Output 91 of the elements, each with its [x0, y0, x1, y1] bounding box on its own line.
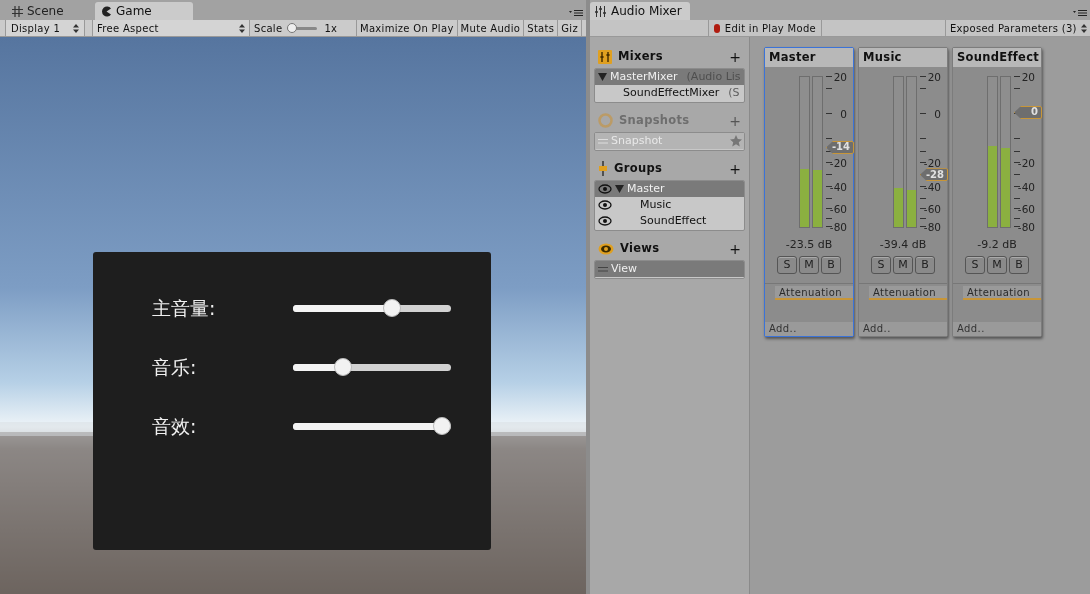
- eye-icon[interactable]: [598, 216, 612, 226]
- strip-toggle-button[interactable]: S: [777, 255, 797, 274]
- add-effect-button[interactable]: Add..: [765, 322, 853, 336]
- channel-strip[interactable]: Master 20 0 -20 -40 -60 -80 -14 -23.5 dB S M B Attenuation Add..: [764, 47, 854, 337]
- db-reading: -9.2 dB: [976, 237, 1018, 253]
- section-title: Mixers: [618, 47, 664, 65]
- list-item[interactable]: Music: [595, 197, 744, 213]
- effect-slot[interactable]: Attenuation: [775, 285, 853, 300]
- tab[interactable]: Audio Mixer: [590, 2, 690, 20]
- scale-label: -80: [1017, 222, 1035, 233]
- toggle-button[interactable]: Maximize On Play: [357, 20, 458, 36]
- slider-label: 音乐:: [152, 354, 198, 380]
- channel-strip[interactable]: SoundEffect 20 -20 -40 -60 -80 0 -9.2 dB S M B Attenuation Add..: [952, 47, 1042, 337]
- eye-icon[interactable]: [598, 200, 612, 210]
- scale-label: 20: [927, 72, 941, 83]
- strip-title: SoundEffect: [953, 48, 1041, 67]
- strip-toggle-button[interactable]: S: [965, 255, 985, 274]
- sliders-icon: [595, 5, 607, 17]
- section-title: Views: [620, 239, 661, 257]
- scale-label: 20: [833, 72, 847, 83]
- scale-label: -60: [829, 204, 847, 215]
- list-item[interactable]: SoundEffect: [595, 213, 744, 229]
- fader-handle[interactable]: 0: [1014, 106, 1042, 119]
- aspect-dropdown[interactable]: Free Aspect: [92, 20, 250, 36]
- channel-strip[interactable]: Music 20 0 -20 -40 -60 -80 -28 -39.4 dB S M B Attenuation Add..: [858, 47, 948, 337]
- strip-toggle-button[interactable]: B: [821, 255, 841, 274]
- fader-handle[interactable]: -28: [920, 168, 948, 182]
- section-title: Groups: [614, 159, 664, 177]
- volume-slider[interactable]: [293, 416, 451, 436]
- effect-slot[interactable]: Attenuation: [869, 285, 947, 300]
- list-item[interactable]: View: [595, 261, 744, 277]
- strip-toggle-button[interactable]: B: [1009, 255, 1029, 274]
- scale-label: -60: [923, 204, 941, 215]
- scale-label: -80: [829, 222, 847, 233]
- expand-triangle-icon[interactable]: [598, 73, 607, 81]
- scale-label: -80: [923, 222, 941, 233]
- scale-label: -20: [923, 158, 941, 169]
- scale-value: 1x: [324, 21, 338, 36]
- aperture-icon: [598, 113, 613, 128]
- strip-toggle-button[interactable]: M: [987, 255, 1007, 274]
- scale-label: -60: [1017, 204, 1035, 215]
- pacman-icon: [101, 5, 112, 17]
- db-reading: -39.4 dB: [878, 237, 928, 253]
- scale-label: 0: [934, 109, 941, 120]
- slider-label: 音效:: [152, 413, 198, 439]
- add-button[interactable]: +: [729, 241, 741, 256]
- drag-handle-icon[interactable]: [598, 266, 608, 272]
- record-icon: [714, 23, 720, 33]
- list-item[interactable]: SoundEffectMixer (S: [595, 85, 744, 101]
- exposed-parameters-dropdown[interactable]: Exposed Parameters (3): [945, 20, 1084, 36]
- section-title: Snapshots: [619, 111, 691, 129]
- eye-icon: [598, 242, 614, 255]
- db-reading: -23.5 dB: [784, 237, 834, 253]
- scale-label: -40: [1017, 182, 1035, 193]
- tab[interactable]: Scene: [6, 2, 92, 20]
- strip-toggle-button[interactable]: M: [799, 255, 819, 274]
- menu-icon[interactable]: [1073, 9, 1087, 17]
- slider-label: 主音量:: [152, 295, 217, 321]
- mixer-icon: [598, 49, 612, 64]
- scale-label: 20: [1021, 72, 1035, 83]
- list-item[interactable]: Master: [595, 181, 744, 197]
- add-effect-button[interactable]: Add..: [953, 322, 1041, 336]
- add-effect-button[interactable]: Add..: [859, 322, 947, 336]
- add-button[interactable]: +: [729, 49, 741, 64]
- add-button[interactable]: +: [729, 161, 741, 176]
- effect-slot[interactable]: Attenuation: [963, 285, 1041, 300]
- dropdown-caret-icon: [1080, 23, 1087, 33]
- strip-title: Master: [765, 48, 853, 67]
- strip-toggle-button[interactable]: B: [915, 255, 935, 274]
- scale-label: Scale: [254, 21, 283, 36]
- dropdown-caret-icon: [239, 23, 245, 33]
- strip-title: Music: [859, 48, 947, 67]
- fader-icon: [598, 161, 608, 176]
- strip-toggle-button[interactable]: S: [871, 255, 891, 274]
- fader-handle[interactable]: -14: [826, 140, 854, 154]
- grid-icon: [12, 5, 23, 17]
- dropdown-caret-icon: [73, 23, 79, 33]
- volume-slider[interactable]: [293, 357, 451, 377]
- expand-triangle-icon[interactable]: [615, 185, 624, 193]
- strip-toggle-button[interactable]: M: [893, 255, 913, 274]
- volume-slider[interactable]: [293, 298, 451, 318]
- scale-label: -20: [829, 158, 847, 169]
- toggle-button[interactable]: Stats: [524, 20, 559, 36]
- scale-label: -20: [1017, 158, 1035, 169]
- scale-label: -40: [829, 182, 847, 193]
- scale-label: -40: [923, 182, 941, 193]
- tab[interactable]: Game: [95, 2, 193, 20]
- toggle-button[interactable]: Giz: [558, 20, 582, 36]
- menu-icon[interactable]: [569, 9, 583, 17]
- scale-label: 0: [840, 109, 847, 120]
- display-dropdown[interactable]: Display 1: [5, 20, 85, 36]
